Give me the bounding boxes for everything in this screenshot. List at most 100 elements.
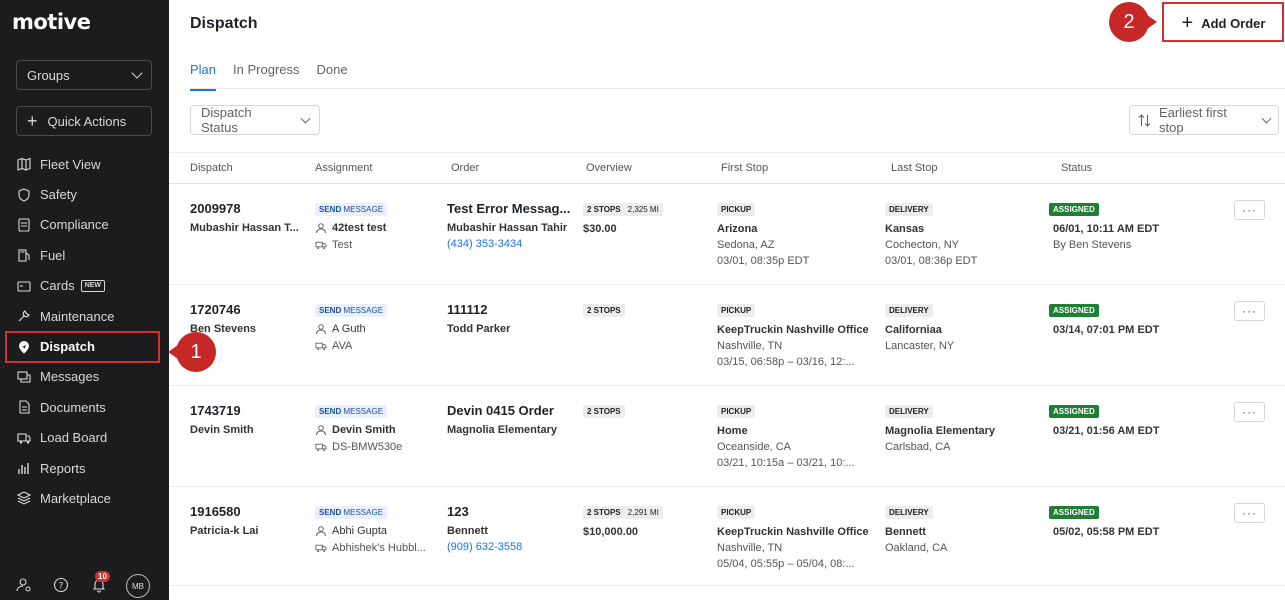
order-name: Devin 0415 Order — [447, 403, 554, 418]
column-header-assignment[interactable]: Assignment — [315, 162, 372, 174]
order-phone-link[interactable]: (909) 632-3558 — [447, 541, 522, 553]
send-message-button[interactable]: SEND MESSAGE — [315, 405, 388, 418]
plus-icon: + — [27, 111, 38, 131]
groups-dropdown[interactable]: Groups — [16, 60, 152, 90]
sidebar-item-load-board[interactable]: Load Board — [0, 423, 169, 453]
table-header: Dispatch Assignment Order Overview First… — [169, 152, 1285, 184]
user-settings-icon[interactable] — [16, 577, 32, 596]
send-label: SEND — [319, 407, 342, 416]
help-icon[interactable]: ? — [53, 577, 69, 596]
order-name: 123 — [447, 504, 469, 519]
dispatch-id: 1720746 — [190, 302, 241, 317]
driver-name: A Guth — [332, 322, 366, 335]
highlight-box-dispatch — [5, 331, 160, 363]
column-header-last-stop[interactable]: Last Stop — [891, 162, 937, 174]
row-more-button[interactable]: ··· — [1234, 301, 1265, 321]
order-phone-link[interactable]: (434) 353-3434 — [447, 238, 570, 250]
messages-icon — [17, 370, 31, 384]
marketplace-icon — [17, 491, 31, 506]
send-label: SEND — [319, 508, 342, 517]
sidebar-item-cards[interactable]: Cards NEW — [0, 271, 169, 301]
stops-badge: 2 STOPS — [583, 405, 625, 418]
stops-badge: 2 STOPS — [583, 203, 625, 216]
message-label: MESSAGE — [343, 205, 384, 214]
sidebar-item-label: Maintenance — [40, 308, 115, 324]
sidebar-item-reports[interactable]: Reports — [0, 453, 169, 483]
driver-icon — [315, 525, 327, 537]
sidebar-item-fuel[interactable]: Fuel — [0, 240, 169, 270]
sidebar-item-safety[interactable]: Safety — [0, 179, 169, 209]
first-stop-time: 05/04, 05:55p – 05/04, 08:... — [717, 558, 855, 570]
sidebar-item-label: Fuel — [40, 247, 66, 263]
user-avatar[interactable]: MB — [126, 574, 150, 598]
delivery-badge: DELIVERY — [885, 405, 933, 418]
message-label: MESSAGE — [343, 407, 384, 416]
pickup-badge: PICKUP — [717, 405, 756, 418]
driver-icon — [315, 424, 327, 436]
row-more-button[interactable]: ··· — [1234, 402, 1265, 422]
sidebar-item-maintenance[interactable]: Maintenance — [0, 301, 169, 331]
driver-name: Devin Smith — [332, 423, 396, 436]
tabs-divider — [190, 88, 1285, 89]
driver-icon — [315, 323, 327, 335]
vehicle-name: Abhishek's Hubbl... — [332, 541, 426, 554]
tab-done[interactable]: Done — [317, 62, 348, 91]
dispatcher-name: Patricia-k Lai — [190, 525, 259, 537]
sidebar-item-label: Safety — [40, 187, 77, 203]
status-by: By Ben Stevens — [1053, 239, 1132, 251]
send-message-button[interactable]: SEND MESSAGE — [315, 506, 388, 519]
sort-dropdown[interactable]: Earliest first stop — [1129, 105, 1279, 135]
sidebar-item-label: Fleet View — [40, 156, 101, 172]
stops-badge: 2 STOPS — [583, 304, 625, 317]
delivery-badge: DELIVERY — [885, 506, 933, 519]
sidebar-item-label: Compliance — [40, 217, 109, 233]
send-label: SEND — [319, 306, 342, 315]
table-row[interactable]: 1720746 Ben Stevens SEND MESSAGE A Guth … — [169, 285, 1285, 386]
notifications-bell-icon[interactable]: 10 — [91, 571, 110, 596]
sidebar-item-label: Messages — [40, 369, 100, 385]
order-price: $30.00 — [583, 223, 617, 235]
column-header-status[interactable]: Status — [1061, 162, 1092, 174]
svg-text:?: ? — [59, 582, 64, 592]
sidebar-item-fleet-view[interactable]: Fleet View — [0, 149, 169, 179]
motive-logo[interactable]: motive — [12, 10, 91, 34]
order-contact: Bennett — [447, 525, 488, 537]
miles-badge: 2,291 MI — [623, 506, 663, 519]
last-stop-place: Oakland, CA — [885, 542, 948, 554]
driver-name: Abhi Gupta — [332, 524, 388, 537]
column-header-overview[interactable]: Overview — [586, 162, 632, 174]
row-more-button[interactable]: ··· — [1234, 503, 1265, 523]
column-header-first-stop[interactable]: First Stop — [721, 162, 768, 174]
status-time: 05/02, 05:58 PM EDT — [1053, 526, 1160, 538]
sidebar-item-marketplace[interactable]: Marketplace — [0, 483, 169, 513]
last-stop-name: Kansas — [885, 223, 925, 235]
shield-icon — [17, 187, 31, 202]
sidebar-item-label: Reports — [40, 460, 86, 476]
tab-plan[interactable]: Plan — [190, 62, 217, 91]
dispatcher-name: Mubashir Hassan T... — [190, 222, 299, 234]
groups-label: Groups — [27, 67, 70, 83]
table-row[interactable]: 1743719 Devin Smith SEND MESSAGE Devin S… — [169, 386, 1285, 487]
truck-icon — [17, 431, 31, 445]
table-row[interactable]: 1916580 Patricia-k Lai SEND MESSAGE Abhi… — [169, 487, 1285, 586]
documents-icon — [17, 400, 31, 414]
first-stop-place: Nashville, TN — [717, 542, 783, 554]
truck-icon — [315, 542, 327, 554]
status-badge: ASSIGNED — [1049, 203, 1099, 216]
sidebar-item-documents[interactable]: Documents — [0, 392, 169, 422]
status-time: 03/21, 01:56 AM EDT — [1053, 425, 1160, 437]
row-more-button[interactable]: ··· — [1234, 200, 1265, 220]
sidebar-item-compliance[interactable]: Compliance — [0, 210, 169, 240]
dispatch-status-filter[interactable]: Dispatch Status — [190, 105, 320, 135]
sidebar-item-messages[interactable]: Messages — [0, 362, 169, 392]
first-stop-place: Oceanside, CA — [717, 441, 791, 453]
order-contact: Todd Parker — [447, 323, 511, 335]
last-stop-place: Cochecton, NY — [885, 239, 959, 251]
send-message-button[interactable]: SEND MESSAGE — [315, 304, 388, 317]
column-header-order[interactable]: Order — [451, 162, 479, 174]
tab-in-progress[interactable]: In Progress — [233, 62, 299, 91]
table-row[interactable]: 2009978 Mubashir Hassan T... SEND MESSAG… — [169, 184, 1285, 285]
send-message-button[interactable]: SEND MESSAGE — [315, 203, 388, 216]
quick-actions-button[interactable]: + Quick Actions — [16, 106, 152, 136]
column-header-dispatch[interactable]: Dispatch — [190, 162, 233, 174]
